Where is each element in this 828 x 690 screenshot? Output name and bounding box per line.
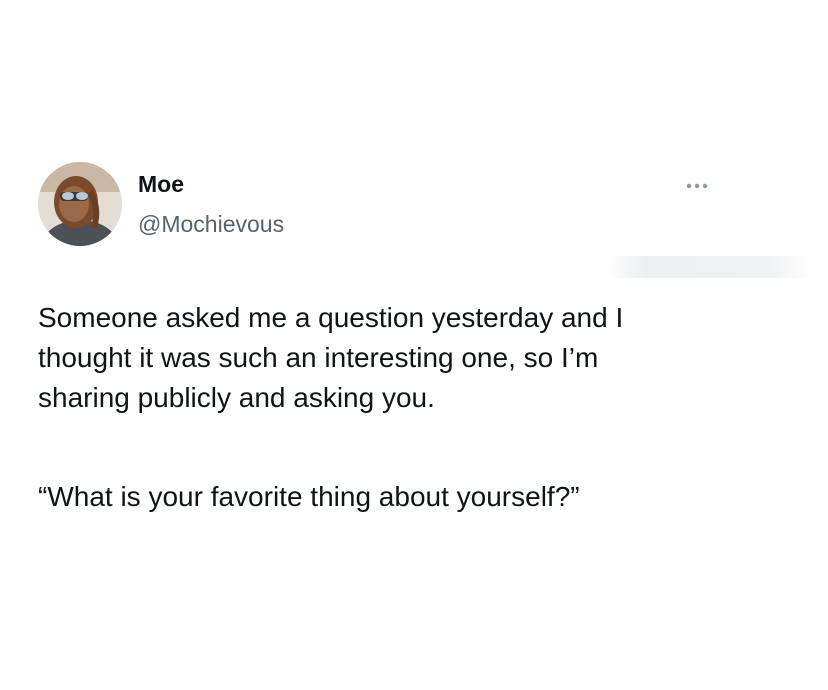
more-options-button[interactable] <box>680 176 714 196</box>
tweet-text-line: thought it was such an interesting one, … <box>38 342 599 373</box>
avatar[interactable] <box>38 162 122 246</box>
more-horizontal-icon <box>686 183 708 189</box>
tweet-text-line: Someone asked me a question yesterday an… <box>38 302 624 333</box>
author-name[interactable]: Moe <box>138 170 184 198</box>
author-handle[interactable]: @Mochievous <box>138 210 284 238</box>
tweet-quote: “What is your favorite thing about yours… <box>38 481 580 512</box>
tweet-card: Moe @Mochievous Someone asked me a quest… <box>0 0 828 690</box>
profile-photo-icon <box>38 162 122 246</box>
tweet-text-line: sharing publicly and asking you. <box>38 382 435 413</box>
redacted-smudge <box>605 256 813 278</box>
tweet-text: Someone asked me a question yesterday an… <box>38 298 798 418</box>
